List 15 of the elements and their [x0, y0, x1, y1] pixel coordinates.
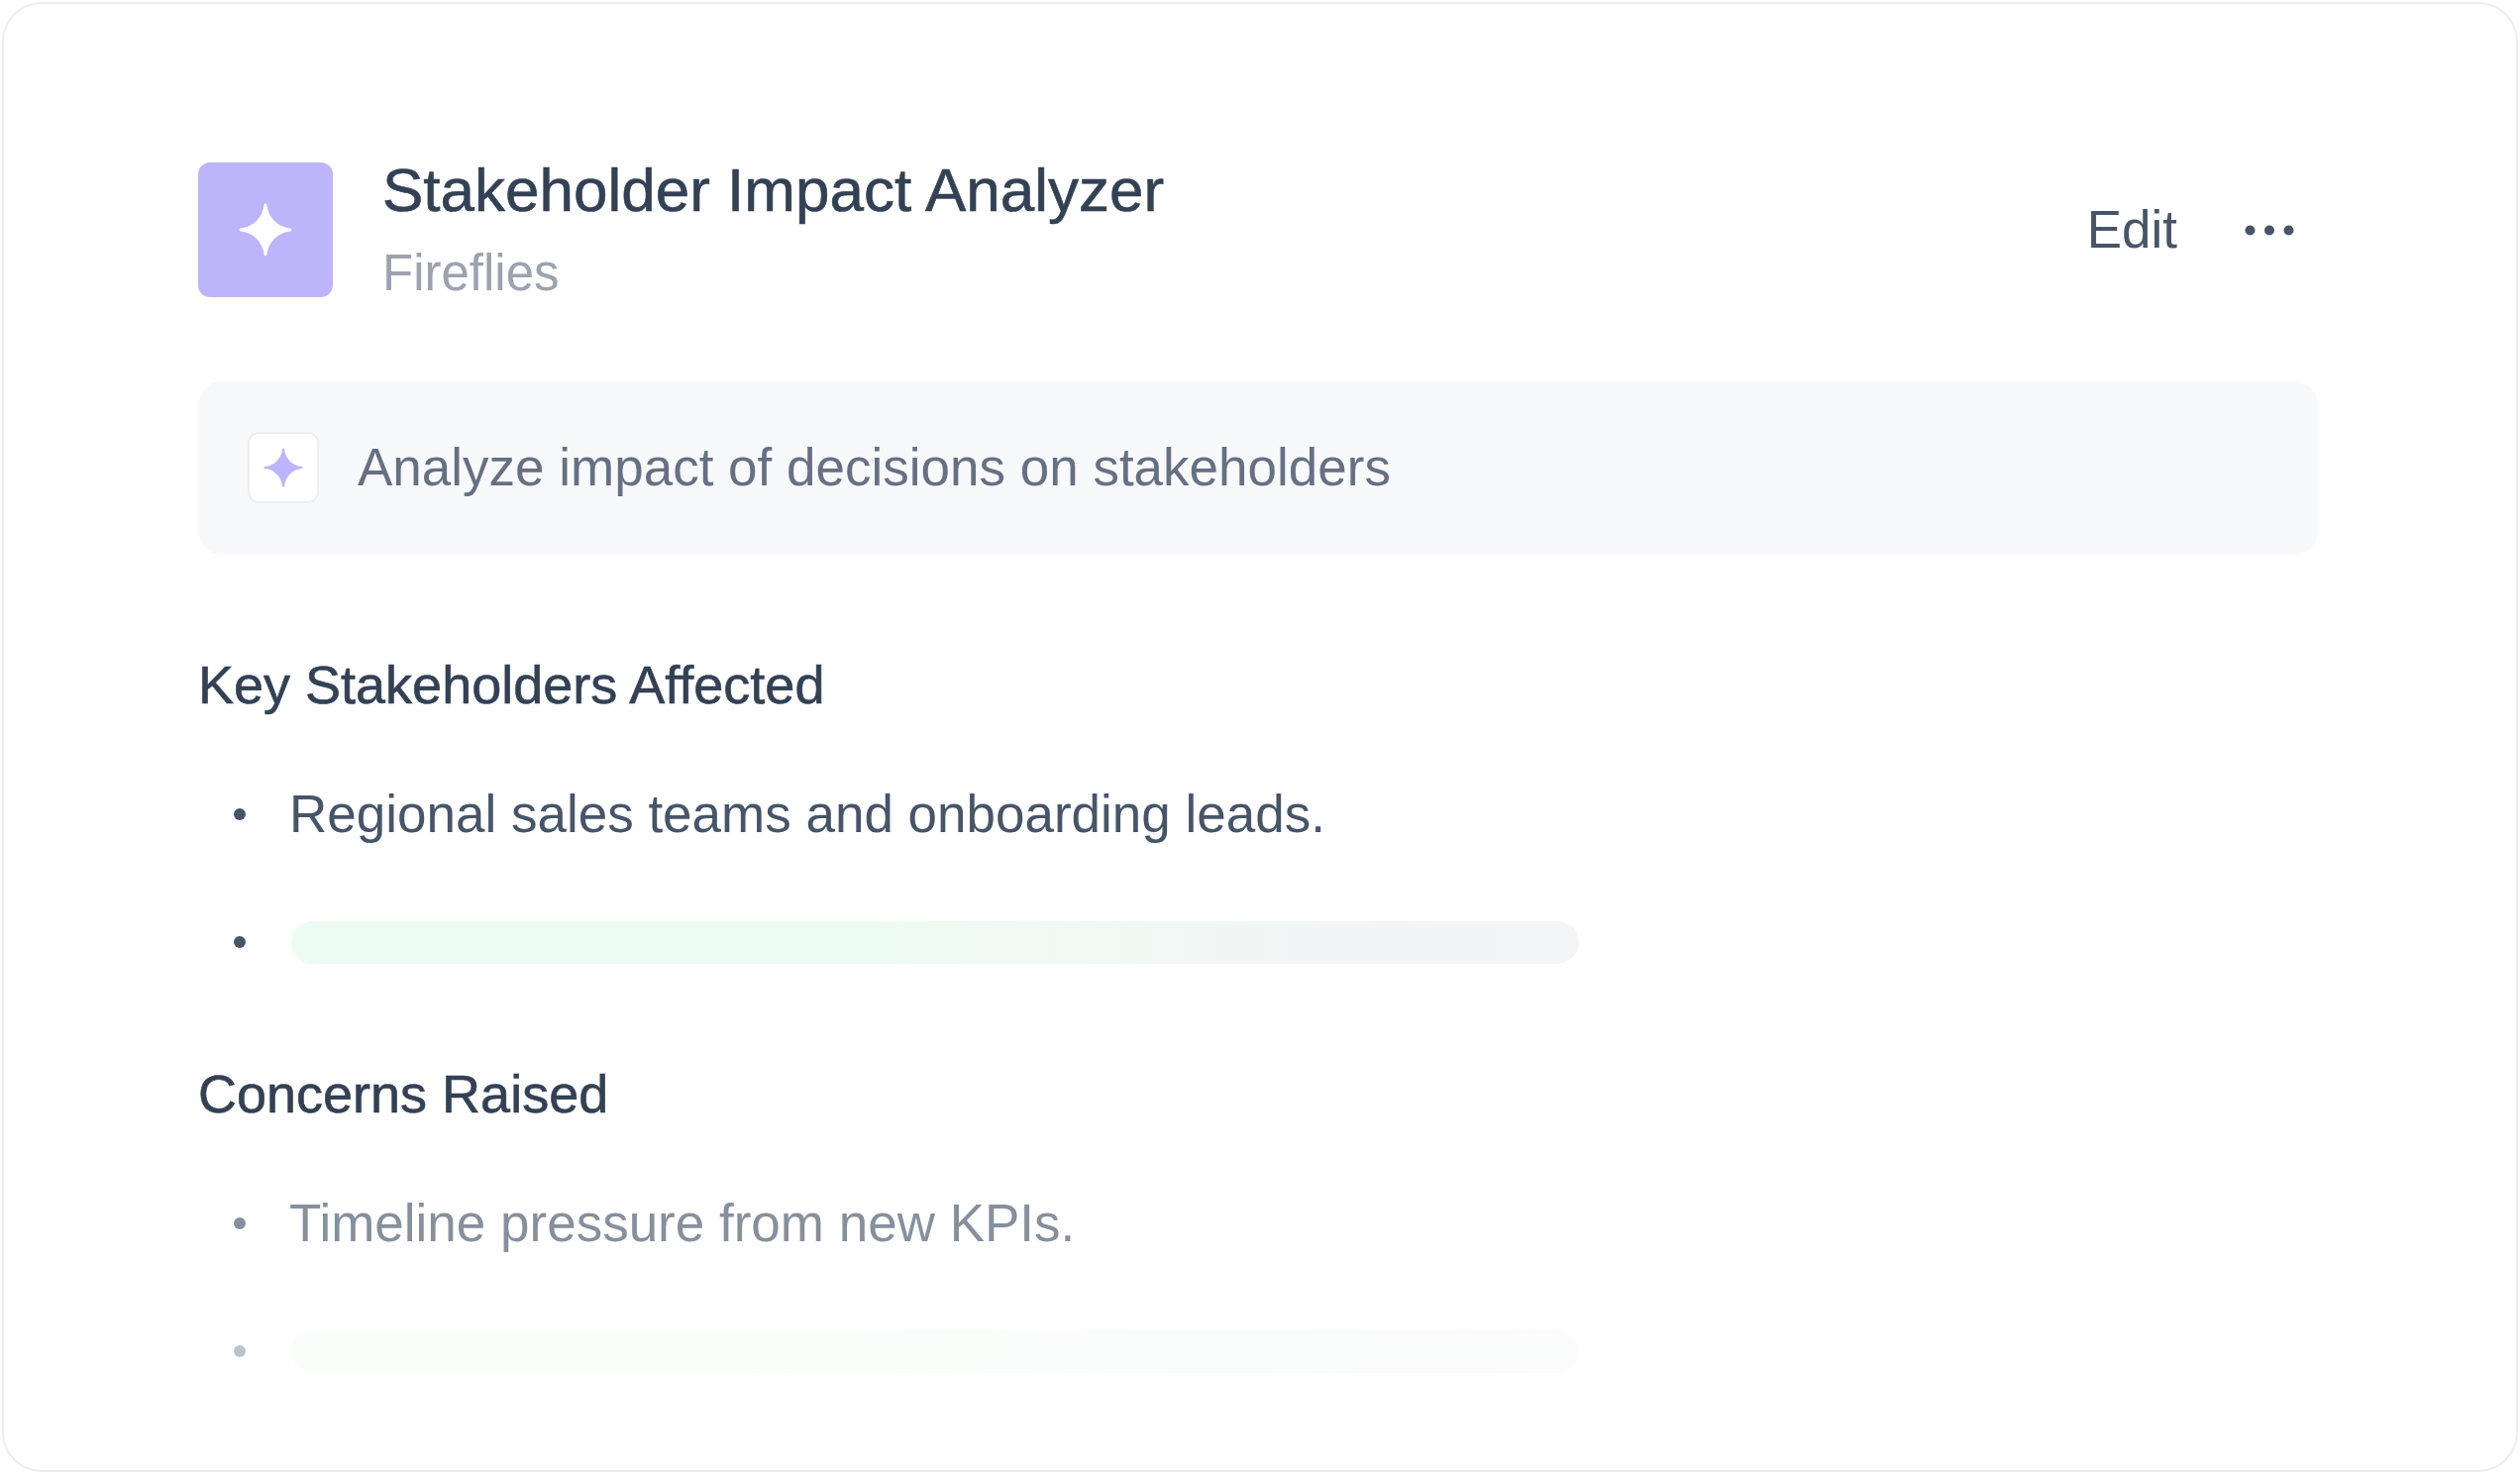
more-icon: [2245, 224, 2294, 236]
sparkle-icon: [198, 162, 333, 297]
bullet-dot-icon: [234, 808, 246, 820]
list-item-text: Timeline pressure from new KPIs.: [289, 1193, 1076, 1254]
prompt-text: Analyze impact of decisions on stakeholders: [358, 437, 1391, 498]
sparkle-icon: [248, 432, 319, 503]
edit-button[interactable]: Edit: [2066, 190, 2197, 269]
bullet-dot-icon: [234, 936, 246, 948]
card-title: Stakeholder Impact Analyzer: [382, 158, 1165, 222]
section-heading: Key Stakeholders Affected: [198, 655, 825, 714]
bullet-dot-icon: [234, 1345, 246, 1357]
source-label: Fireflies: [382, 246, 560, 301]
section-heading: Concerns Raised: [198, 1064, 609, 1123]
bullet-dot-icon: [234, 1217, 246, 1229]
list-item-text: Regional sales teams and onboarding leads.: [289, 784, 1325, 845]
